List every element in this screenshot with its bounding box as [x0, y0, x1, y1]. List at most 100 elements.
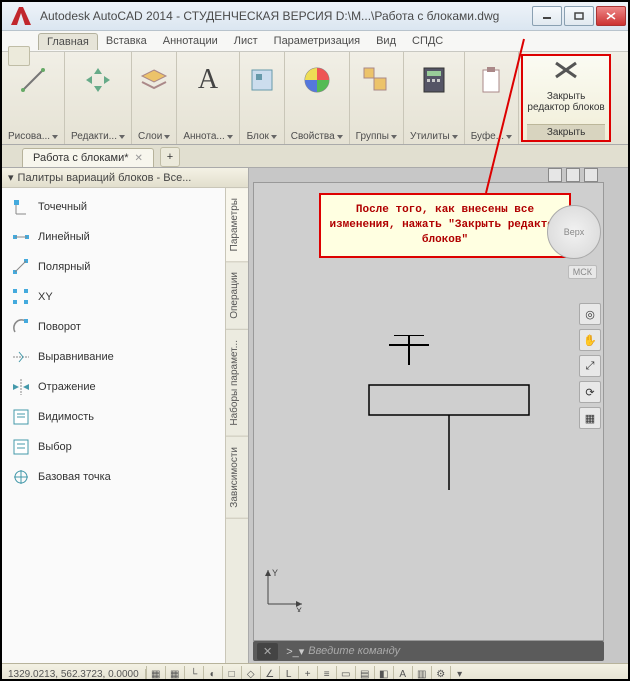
cmd-prompt-icon: >_▾: [282, 645, 308, 658]
ribbon-tab[interactable]: Параметризация: [266, 33, 368, 49]
list-item[interactable]: Базовая точка: [2, 462, 225, 492]
point-param-icon: [12, 198, 30, 216]
pan-icon[interactable]: ✋: [579, 329, 601, 351]
lwt-icon[interactable]: ≡: [317, 666, 336, 681]
new-tab-button[interactable]: +: [160, 147, 180, 167]
app-window: Autodesk AutoCAD 2014 - СТУДЕНЧЕСКАЯ ВЕР…: [0, 0, 630, 681]
ribbon-tabs: Главная Вставка Аннотации Лист Параметри…: [2, 31, 628, 52]
line-icon: [17, 64, 49, 96]
viewport-minimize-icon[interactable]: [548, 168, 562, 182]
linear-param-icon: [12, 228, 30, 246]
list-item[interactable]: Выбор: [2, 432, 225, 462]
xy-param-icon: [12, 288, 30, 306]
list-item[interactable]: Видимость: [2, 402, 225, 432]
close-panel-label: Закрыть: [527, 124, 605, 140]
app-logo[interactable]: [8, 5, 34, 27]
ribbon-tab[interactable]: СПДС: [404, 33, 451, 49]
close-block-editor-button[interactable]: Закрытьредактор блоков Закрыть: [521, 54, 611, 142]
view-cube[interactable]: Верх: [547, 205, 601, 259]
navigation-bar: ◎ ✋ ⤢ ⟳ ▦: [579, 303, 601, 429]
dyn-icon[interactable]: +: [298, 666, 317, 681]
status-extra-icon[interactable]: ▾: [450, 666, 469, 681]
ribbon-tab[interactable]: Вид: [368, 33, 404, 49]
am-icon[interactable]: A: [393, 666, 412, 681]
list-item[interactable]: XY: [2, 282, 225, 312]
maximize-button[interactable]: [564, 6, 594, 26]
close-x-icon: [553, 60, 579, 80]
drawing-area: После того, как внесены все изменения, н…: [249, 168, 628, 663]
osnap-icon[interactable]: □: [222, 666, 241, 681]
zoom-extents-icon[interactable]: ⤢: [579, 355, 601, 377]
list-item[interactable]: Поворот: [2, 312, 225, 342]
3dosnap-icon[interactable]: ◇: [241, 666, 260, 681]
minimize-button[interactable]: [532, 6, 562, 26]
titlebar: Autodesk AutoCAD 2014 - СТУДЕНЧЕСКАЯ ВЕР…: [2, 2, 628, 31]
ribbon-panel-properties[interactable]: Свойства: [285, 52, 350, 144]
viewport-maximize-icon[interactable]: [566, 168, 580, 182]
polar-icon[interactable]: ◐: [203, 666, 222, 681]
list-item[interactable]: Точечный: [2, 192, 225, 222]
ribbon-tab[interactable]: Главная: [38, 33, 98, 50]
ribbon-panel-annotation[interactable]: A Аннота...: [177, 52, 239, 144]
snap-mode-icon[interactable]: ▦: [146, 666, 165, 681]
basepoint-param-icon: [12, 468, 30, 486]
annotation-callout: После того, как внесены все изменения, н…: [319, 193, 571, 258]
clipboard-icon: [475, 64, 507, 96]
block-icon: [246, 64, 278, 96]
ribbon-panel-utilities[interactable]: Утилиты: [404, 52, 465, 144]
parameter-list: Точечный Линейный Полярный XY Поворот Вы…: [2, 188, 225, 663]
list-item[interactable]: Линейный: [2, 222, 225, 252]
canvas[interactable]: После того, как внесены все изменения, н…: [253, 182, 604, 641]
ribbon-panel-layers[interactable]: Слои: [132, 52, 177, 144]
layers-icon: [138, 64, 170, 96]
tpy-icon[interactable]: ▭: [336, 666, 355, 681]
ucs-icon: Y X: [260, 566, 306, 612]
ducs-icon[interactable]: L: [279, 666, 298, 681]
command-line[interactable]: ✕ >_▾ Введите команду: [253, 641, 604, 661]
color-wheel-icon: [301, 64, 333, 96]
move-icon: [82, 64, 114, 96]
visibility-param-icon: [12, 408, 30, 426]
alignment-param-icon: [12, 348, 30, 366]
coordinates: 1329.0213, 562.3723, 0.0000: [2, 669, 146, 680]
orbit-icon[interactable]: ⟳: [579, 381, 601, 403]
showmotion-icon[interactable]: ▦: [579, 407, 601, 429]
ribbon-tab[interactable]: Аннотации: [155, 33, 226, 49]
palette-tab[interactable]: Параметры: [226, 188, 248, 262]
cmd-close-icon[interactable]: ✕: [257, 643, 278, 660]
model-icon[interactable]: ▥: [412, 666, 431, 681]
grid-icon[interactable]: ▦: [165, 666, 184, 681]
list-item[interactable]: Полярный: [2, 252, 225, 282]
text-icon: A: [198, 64, 218, 96]
palette-side-tabs: Параметры Операции Наборы парамет... Зав…: [225, 188, 248, 663]
window-controls: [530, 6, 626, 26]
steering-wheel-icon[interactable]: ◎: [579, 303, 601, 325]
wcs-label[interactable]: МСК: [568, 265, 597, 279]
ribbon-tab[interactable]: Вставка: [98, 33, 155, 49]
viewport-close-icon[interactable]: [584, 168, 598, 182]
qp-icon[interactable]: ▤: [355, 666, 374, 681]
document-tab[interactable]: Работа с блоками* ✕: [22, 148, 154, 167]
statusbar: 1329.0213, 562.3723, 0.0000 ▦ ▦ └ ◐ □ ◇ …: [2, 663, 628, 681]
otrack-icon[interactable]: ∠: [260, 666, 279, 681]
ribbon-tab[interactable]: Лист: [226, 33, 266, 49]
rotation-param-icon: [12, 318, 30, 336]
palette-tab[interactable]: Наборы парамет...: [226, 330, 248, 437]
ribbon-panel-edit[interactable]: Редакти...: [65, 52, 132, 144]
ribbon-panel-block[interactable]: Блок: [240, 52, 285, 144]
sc-icon[interactable]: ◧: [374, 666, 393, 681]
status-extra-icon[interactable]: ⚙: [431, 666, 450, 681]
ribbon-panel-draw[interactable]: Рисова...: [2, 52, 65, 144]
ribbon-panel-groups[interactable]: Группы: [350, 52, 404, 144]
palette-tab[interactable]: Операции: [226, 262, 248, 330]
calculator-icon: [418, 64, 450, 96]
close-button[interactable]: [596, 6, 626, 26]
close-tab-icon[interactable]: ✕: [135, 153, 143, 164]
ortho-icon[interactable]: └: [184, 666, 203, 681]
document-tabs: Работа с блоками* ✕ +: [2, 145, 628, 168]
list-item[interactable]: Выравнивание: [2, 342, 225, 372]
group-icon: [360, 64, 392, 96]
list-item[interactable]: Отражение: [2, 372, 225, 402]
palette-tab[interactable]: Зависимости: [226, 437, 248, 519]
ribbon-panel-clipboard[interactable]: Буфе...: [465, 52, 519, 144]
